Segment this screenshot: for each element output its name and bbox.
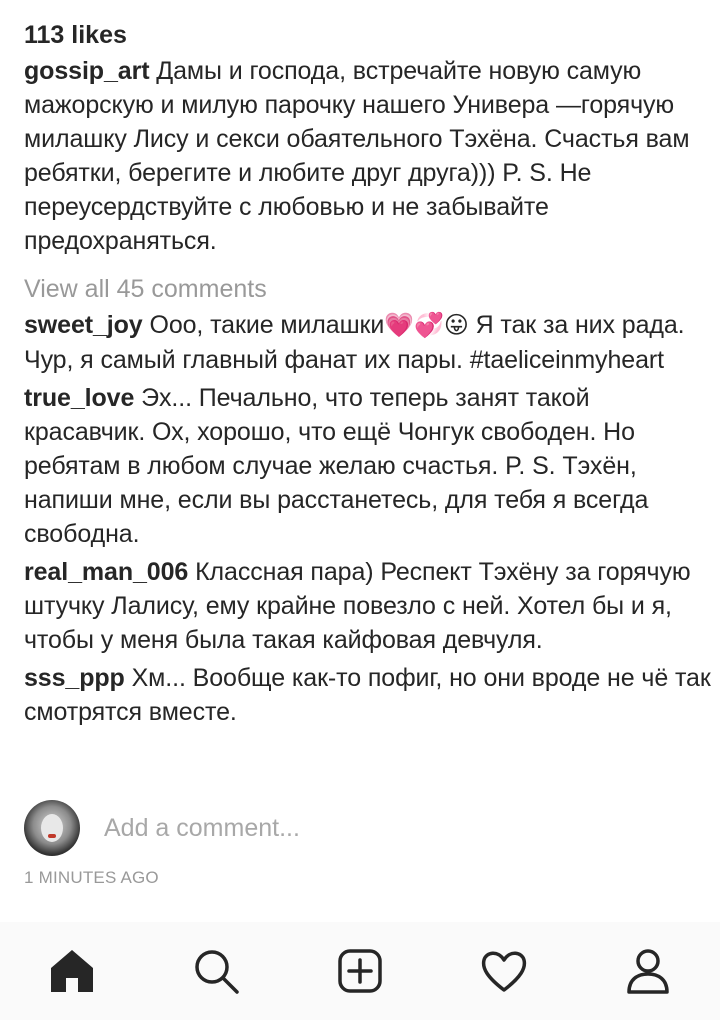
home-icon [51,950,93,992]
nav-activity-button[interactable] [469,936,539,1006]
caption-text: Дамы и господа, встречайте новую самую м… [24,57,690,255]
bottom-navigation [0,922,720,1020]
add-post-icon [338,949,382,993]
comment-username[interactable]: real_man_006 [24,558,188,586]
comment-item: sweet_joy Ооо, такие милашки💗💞😛 Я так за… [24,308,714,377]
post-details: 113 likes gossip_art Дамы и господа, вст… [24,18,714,733]
emoji-group: 💗💞😛 [384,312,469,339]
nav-search-button[interactable] [181,936,251,1006]
comment-item: true_love Эх... Печально, что теперь зан… [24,381,714,551]
comment-username[interactable]: true_love [24,384,134,412]
comment-item: sss_ppp Хм... Вообще как-то пофиг, но он… [24,661,714,729]
search-icon [195,950,239,994]
comment-username[interactable]: sweet_joy [24,311,143,339]
comment-item: real_man_006 Классная пара) Респект Тэхё… [24,555,714,657]
nav-profile-button[interactable] [613,936,683,1006]
avatar[interactable] [24,800,80,856]
post-timestamp: 1 MINUTES AGO [24,868,159,887]
nav-add-post-button[interactable] [325,936,395,1006]
add-comment-row [24,798,504,858]
profile-icon [627,949,669,994]
nav-home-button[interactable] [37,936,107,1006]
comment-text: Ооо, такие милашки [149,311,385,339]
comment-username[interactable]: sss_ppp [24,664,125,692]
avatar-lips [48,834,56,838]
heart-icon [481,951,527,992]
post-caption: gossip_art Дамы и господа, встречайте но… [24,54,714,258]
caption-username[interactable]: gossip_art [24,57,150,85]
likes-count[interactable]: 113 likes [24,18,714,52]
view-all-comments-link[interactable]: View all 45 comments [24,272,714,306]
comment-text: Хм... Вообще как-то пофиг, но они вроде … [24,664,711,726]
add-comment-input[interactable] [104,813,504,843]
